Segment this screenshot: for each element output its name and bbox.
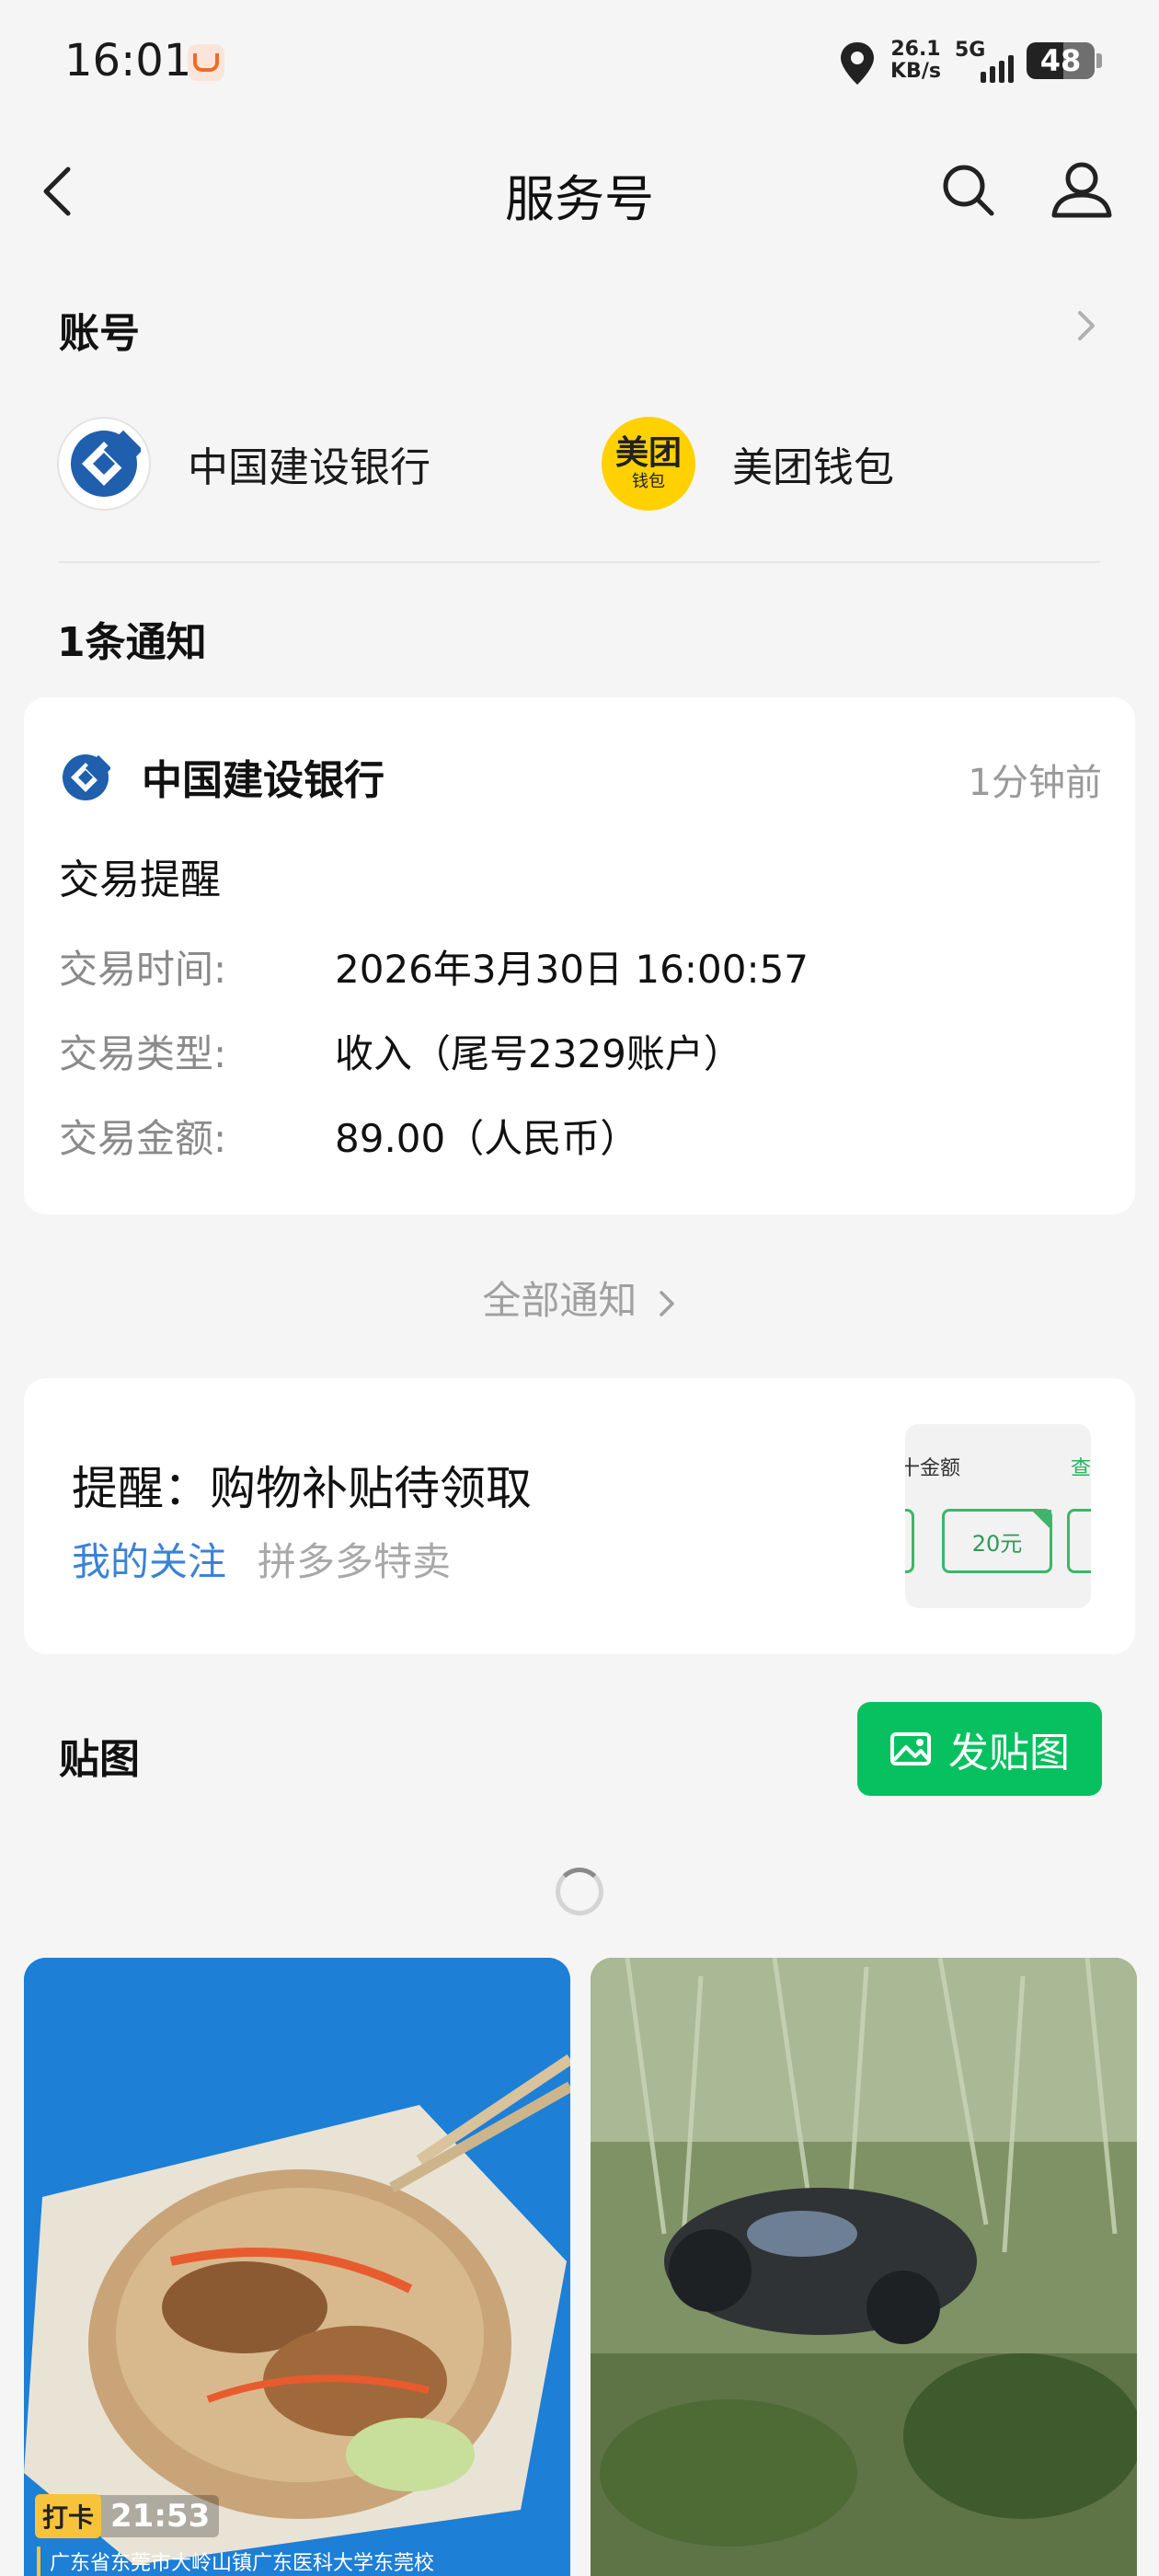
ccb-small-logo (63, 754, 110, 800)
location-icon (841, 42, 874, 85)
battery-icon: 48 (1027, 42, 1102, 79)
reminder-thumbnail: 十金额 查 20元 (905, 1424, 1091, 1608)
row-key: 交易类型: (59, 1031, 227, 1076)
chevron-right-icon (659, 1290, 674, 1317)
photo-post-motorcycle[interactable] (591, 1958, 1137, 2576)
image-post-icon (890, 1732, 931, 1765)
account-item-ccb[interactable]: 中国建设银行 (57, 416, 430, 512)
meituan-wallet-logo: 美团 钱包 (602, 417, 695, 511)
network-speed: 26.1 KB/s (890, 38, 941, 83)
accounts-heading: 账号 (59, 310, 140, 357)
divider (59, 561, 1100, 563)
row-value: 89.00（人民币） (335, 1116, 639, 1161)
row-value: 收入（尾号2329账户） (335, 1031, 742, 1076)
notification-sender: 中国建设银行 (142, 757, 384, 804)
didi-notification-icon (188, 44, 224, 81)
tiezi-heading: 贴图 (59, 1736, 140, 1783)
row-key: 交易时间: (59, 947, 227, 992)
signal-icon (981, 46, 1017, 83)
checkin-tag: 打卡 (35, 2494, 102, 2538)
loading-spinner (556, 1868, 603, 1915)
row-key: 交易金额: (59, 1116, 227, 1161)
reminder-title: 提醒：购物补贴待领取 (72, 1462, 532, 1515)
row-value: 2026年3月30日 16:00:57 (335, 947, 809, 992)
user-icon[interactable] (1050, 160, 1113, 219)
coupon-tile: 20元 (942, 1509, 1052, 1573)
notification-row: 交易类型: 收入（尾号2329账户） (59, 1023, 742, 1079)
my-follow-link[interactable]: 我的关注 (72, 1531, 226, 1587)
notification-row: 交易时间: 2026年3月30日 16:00:57 (59, 938, 809, 995)
reminder-source: 拼多多特卖 (258, 1539, 452, 1584)
account-item-meituan[interactable]: 美团 钱包 美团钱包 (602, 416, 894, 512)
checkin-stamp: 打卡 21:53 (35, 2494, 220, 2538)
notification-time: 1分钟前 (968, 762, 1102, 804)
status-time: 16:01 (64, 35, 192, 86)
notification-row: 交易金额: 89.00（人民币） (59, 1108, 638, 1164)
notification-type: 交易提醒 (59, 857, 221, 903)
ccb-logo (57, 417, 151, 511)
photo-location: 广东省东莞市大岭山镇广东医科大学东莞校 (37, 2547, 552, 2576)
all-notifications-link[interactable]: 全部通知 (0, 1270, 1159, 1326)
account-name: 中国建设银行 (188, 444, 430, 491)
account-name: 美团钱包 (732, 444, 894, 491)
post-image-button[interactable]: 发贴图 (857, 1702, 1102, 1796)
chevron-right-icon[interactable] (1073, 307, 1100, 344)
search-icon[interactable] (940, 162, 995, 217)
photo-post-noodles[interactable] (24, 1958, 570, 2576)
notification-count: 1条通知 (57, 619, 207, 666)
battery-level: 48 (1039, 43, 1082, 78)
checkin-time: 21:53 (110, 2498, 211, 2535)
